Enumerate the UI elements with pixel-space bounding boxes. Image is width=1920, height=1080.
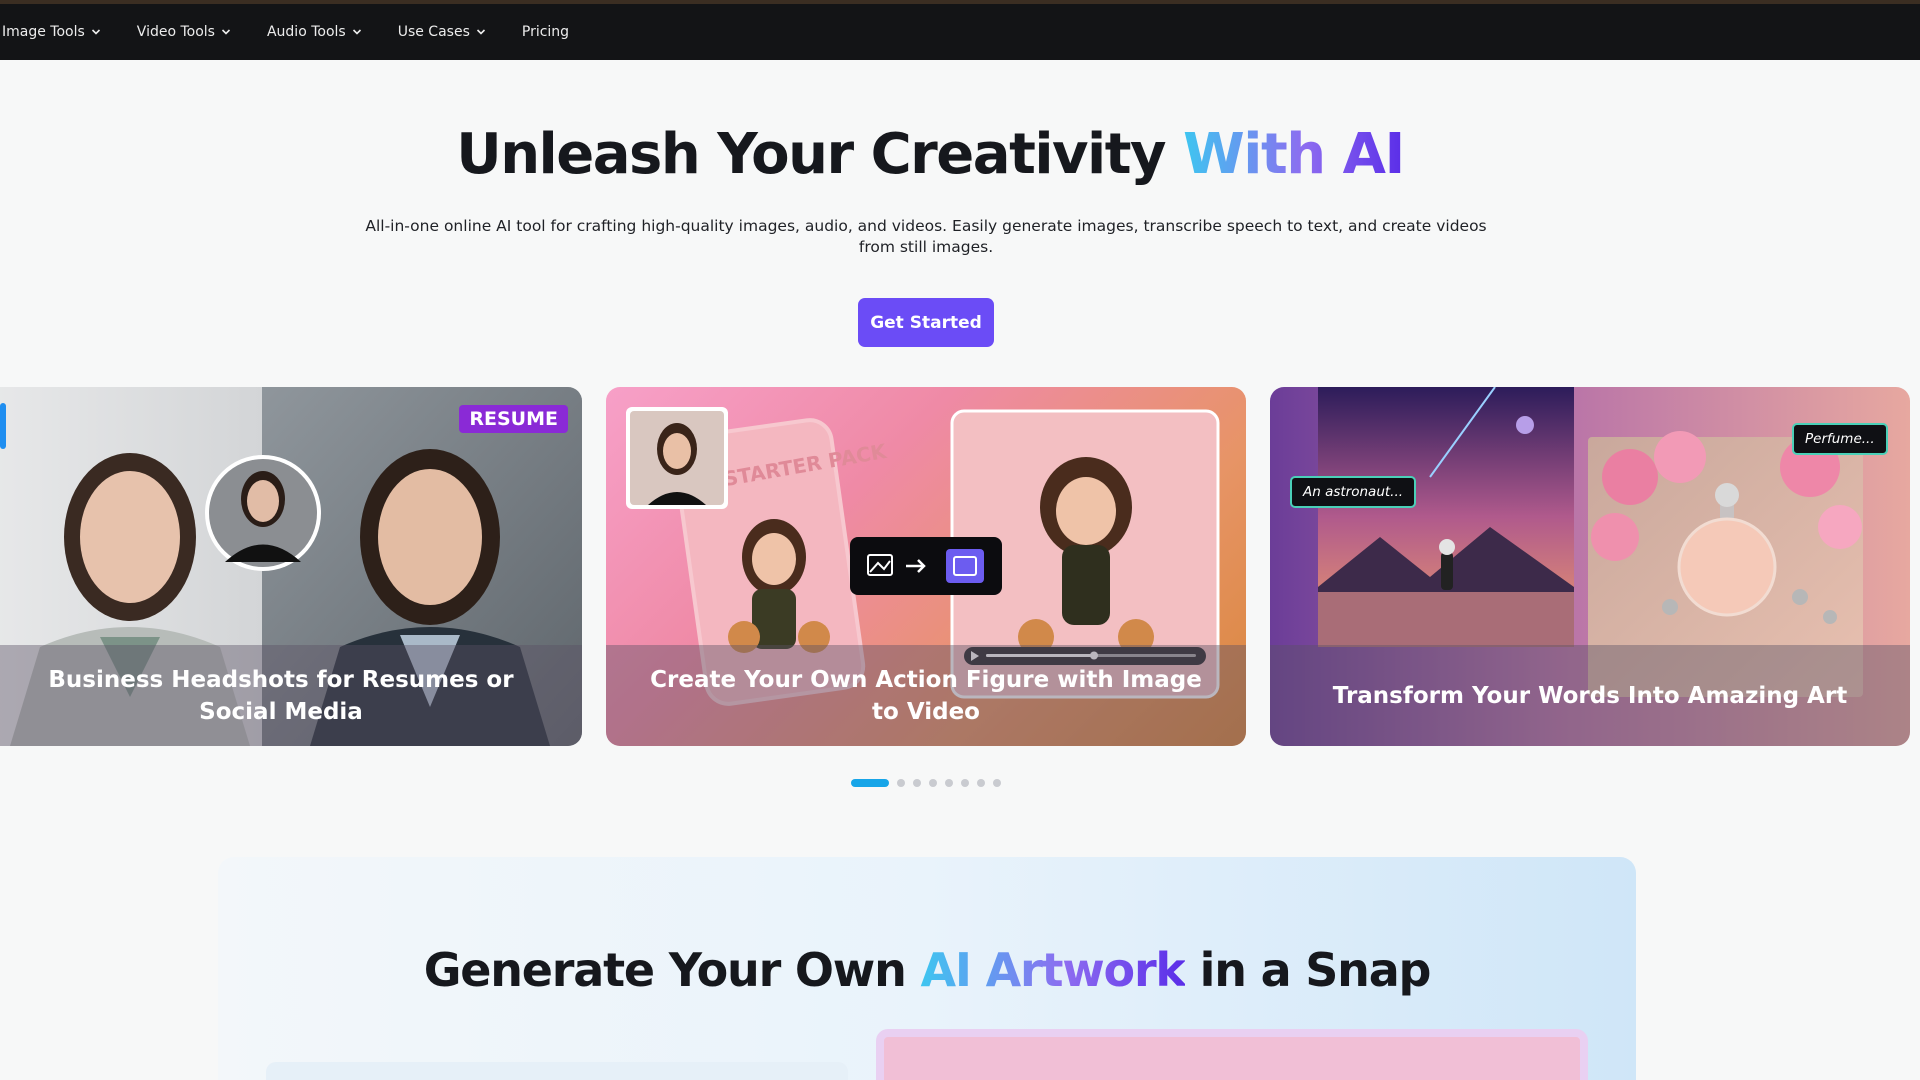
nav-pricing[interactable]: Pricing bbox=[504, 4, 587, 60]
preview-panel bbox=[876, 1029, 1588, 1080]
nav-use-cases[interactable]: Use Cases bbox=[380, 4, 504, 60]
carousel-card-text-to-art[interactable]: An astronaut... Perfume... Transform You… bbox=[1270, 387, 1910, 746]
carousel-dot[interactable] bbox=[945, 779, 953, 787]
hero-title: Unleash Your Creativity With AI bbox=[0, 122, 1860, 187]
carousel-dot[interactable] bbox=[913, 779, 921, 787]
chevron-down-icon bbox=[221, 29, 231, 35]
nav-audio-tools-label: Audio Tools bbox=[266, 24, 346, 40]
carousel-dot[interactable] bbox=[977, 779, 985, 787]
prompt-panel bbox=[266, 1062, 848, 1080]
slide-indicator-bar bbox=[0, 403, 6, 449]
resume-badge: RESUME bbox=[459, 405, 568, 433]
section-title: Generate Your Own AI Artwork in a Snap bbox=[218, 943, 1636, 997]
carousel-dot[interactable] bbox=[961, 779, 969, 787]
nav-pricing-label: Pricing bbox=[521, 24, 570, 40]
carousel-card-action-figure[interactable]: STARTER PACK Create Your Own Action Figu bbox=[606, 387, 1246, 746]
hero-title-main: Unleash Your Creativity bbox=[456, 122, 1183, 187]
carousel-pagination bbox=[851, 779, 1001, 787]
carousel-dot[interactable] bbox=[993, 779, 1001, 787]
card-caption: Transform Your Words Into Amazing Art bbox=[1270, 645, 1910, 746]
chevron-down-icon bbox=[476, 29, 485, 35]
nav-audio-tools[interactable]: Audio Tools bbox=[249, 4, 380, 60]
artwork-section: Generate Your Own AI Artwork in a Snap bbox=[218, 857, 1636, 1080]
section-title-post: in a Snap bbox=[1184, 943, 1432, 997]
main-nav: Image Tools Video Tools Audio Tools Use … bbox=[0, 4, 1920, 60]
nav-use-cases-label: Use Cases bbox=[397, 24, 470, 40]
hero-title-accent: With AI bbox=[1183, 122, 1405, 187]
get-started-button[interactable]: Get Started bbox=[858, 298, 994, 347]
hero-subtitle: All-in-one online AI tool for crafting h… bbox=[365, 217, 1487, 256]
carousel-dot[interactable] bbox=[929, 779, 937, 787]
carousel-dot[interactable] bbox=[851, 779, 889, 787]
carousel-card-headshots[interactable]: RESUME Business Headshots for Resumes or… bbox=[0, 387, 582, 746]
chevron-down-icon bbox=[352, 29, 361, 35]
carousel-dot[interactable] bbox=[897, 779, 905, 787]
section-title-accent: AI Artwork bbox=[920, 943, 1186, 997]
chevron-down-icon bbox=[91, 29, 100, 35]
nav-video-tools[interactable]: Video Tools bbox=[119, 4, 249, 60]
nav-image-tools-label: Image Tools bbox=[2, 24, 85, 40]
card-caption: Create Your Own Action Figure with Image… bbox=[606, 645, 1246, 746]
section-title-pre: Generate Your Own bbox=[423, 943, 921, 997]
prompt-tag-perfume: Perfume... bbox=[1792, 423, 1888, 455]
nav-image-tools[interactable]: Image Tools bbox=[0, 4, 119, 60]
prompt-tag-astronaut: An astronaut... bbox=[1290, 476, 1417, 508]
nav-video-tools-label: Video Tools bbox=[136, 24, 215, 40]
card-caption: Business Headshots for Resumes or Social… bbox=[0, 645, 582, 746]
